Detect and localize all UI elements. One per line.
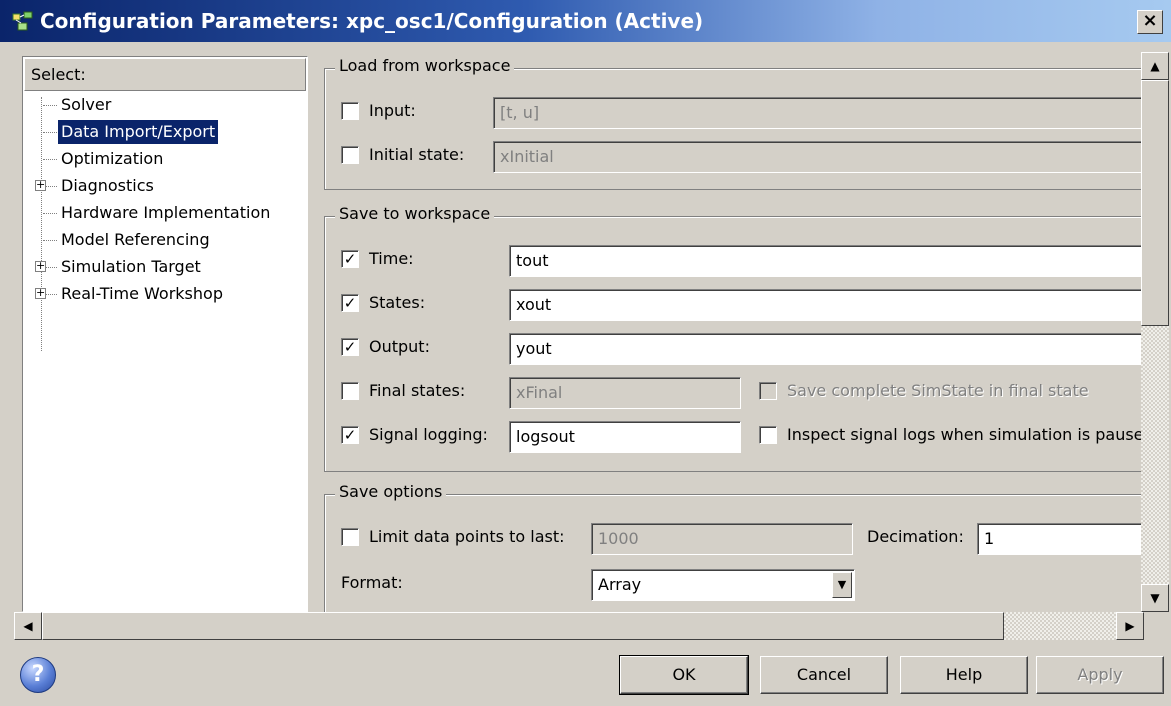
signal-logging-row: ✓ Signal logging: logsout Inspect signal… bbox=[341, 421, 1143, 453]
tree-header-label: Select: bbox=[31, 65, 86, 84]
time-row: ✓ Time: tout bbox=[341, 245, 1143, 277]
tree-connector bbox=[43, 132, 57, 133]
apply-button[interactable]: Apply bbox=[1036, 656, 1164, 694]
expand-icon[interactable]: + bbox=[35, 260, 46, 272]
states-field[interactable]: xout bbox=[509, 289, 1143, 321]
input-checkbox[interactable] bbox=[341, 102, 359, 120]
tree-item-label: Real-Time Workshop bbox=[61, 284, 223, 303]
final-states-label: Final states: bbox=[369, 381, 466, 400]
inspect-logs-checkbox[interactable] bbox=[759, 426, 777, 444]
scroll-up-icon[interactable]: ▲ bbox=[1141, 52, 1169, 80]
output-field[interactable]: yout bbox=[509, 333, 1143, 365]
inspect-logs-label: Inspect signal logs when simulation is p… bbox=[787, 425, 1143, 444]
simulink-app-icon bbox=[12, 11, 33, 31]
time-checkbox[interactable]: ✓ bbox=[341, 250, 359, 268]
final-states-row: Final states: xFinal Save complete SimSt… bbox=[341, 377, 1143, 409]
tree-item-label: Simulation Target bbox=[61, 257, 201, 276]
scroll-left-icon[interactable]: ◀ bbox=[14, 612, 42, 640]
chevron-down-icon[interactable]: ▼ bbox=[832, 572, 852, 598]
load-from-workspace-group: Load from workspace Input: [t, u] Initia… bbox=[324, 56, 1143, 190]
format-row: Format: Array ▼ bbox=[341, 569, 1143, 601]
limit-field[interactable]: 1000 bbox=[591, 523, 853, 555]
save-options-group: Save options Limit data points to last: … bbox=[324, 482, 1143, 612]
limit-row: Limit data points to last: 1000 Decimati… bbox=[341, 523, 1143, 555]
states-label: States: bbox=[369, 293, 426, 312]
save-options-title: Save options bbox=[335, 482, 447, 501]
tree-item-label: Model Referencing bbox=[61, 230, 210, 249]
decimation-label: Decimation: bbox=[867, 527, 964, 546]
initial-state-label: Initial state: bbox=[369, 145, 465, 164]
tree-connector-line bbox=[41, 97, 42, 351]
signal-logging-label: Signal logging: bbox=[369, 425, 488, 444]
expand-icon[interactable]: + bbox=[35, 179, 46, 191]
limit-checkbox[interactable] bbox=[341, 528, 359, 546]
limit-label: Limit data points to last: bbox=[369, 527, 565, 546]
initial-state-row: Initial state: xInitial bbox=[341, 141, 1143, 173]
save-simstate-label: Save complete SimState in final state bbox=[787, 381, 1089, 400]
input-row: Input: [t, u] bbox=[341, 97, 1143, 129]
signal-logging-checkbox[interactable]: ✓ bbox=[341, 426, 359, 444]
save-simstate-checkbox[interactable] bbox=[759, 382, 777, 400]
save-to-workspace-group: Save to workspace ✓ Time: tout ✓ States:… bbox=[324, 204, 1143, 472]
tree-item-label: Solver bbox=[61, 95, 112, 114]
tree-item-label: Diagnostics bbox=[61, 176, 154, 195]
input-label: Input: bbox=[369, 101, 416, 120]
horizontal-scroll-thumb[interactable] bbox=[42, 612, 1004, 640]
load-group-title: Load from workspace bbox=[335, 56, 515, 75]
help-icon[interactable]: ? bbox=[20, 657, 56, 693]
output-label: Output: bbox=[369, 337, 430, 356]
initial-state-checkbox[interactable] bbox=[341, 146, 359, 164]
scroll-right-icon[interactable]: ▶ bbox=[1116, 612, 1144, 640]
horizontal-scrollbar[interactable]: ◀ ▶ bbox=[14, 612, 1144, 640]
initial-state-field[interactable]: xInitial bbox=[493, 141, 1143, 173]
close-button[interactable]: × bbox=[1137, 10, 1163, 34]
save-group-title: Save to workspace bbox=[335, 204, 495, 223]
tree-connector bbox=[43, 105, 57, 106]
window-title: Configuration Parameters: xpc_osc1/Confi… bbox=[40, 9, 704, 33]
time-label: Time: bbox=[369, 249, 414, 268]
signal-logging-field[interactable]: logsout bbox=[509, 421, 741, 453]
vertical-scrollbar[interactable]: ▲ ▼ bbox=[1141, 52, 1169, 612]
output-row: ✓ Output: yout bbox=[341, 333, 1143, 365]
states-row: ✓ States: xout bbox=[341, 289, 1143, 321]
decimation-field[interactable]: 1 bbox=[977, 523, 1143, 555]
expand-icon[interactable]: + bbox=[35, 287, 46, 299]
final-states-field[interactable]: xFinal bbox=[509, 377, 741, 409]
tree-item-label: Optimization bbox=[61, 149, 164, 168]
format-value: Array bbox=[598, 575, 642, 594]
format-dropdown[interactable]: Array ▼ bbox=[591, 569, 855, 601]
category-tree: Select: Solver Data Import/Export Optimi… bbox=[22, 56, 308, 612]
output-checkbox[interactable]: ✓ bbox=[341, 338, 359, 356]
tree-connector bbox=[43, 213, 57, 214]
tree-item-label: Hardware Implementation bbox=[61, 203, 271, 222]
cancel-button[interactable]: Cancel bbox=[760, 656, 888, 694]
states-checkbox[interactable]: ✓ bbox=[341, 294, 359, 312]
input-field[interactable]: [t, u] bbox=[493, 97, 1143, 129]
vertical-scroll-thumb[interactable] bbox=[1141, 80, 1169, 326]
tree-item-label: Data Import/Export bbox=[58, 120, 219, 144]
ok-button[interactable]: OK bbox=[619, 655, 749, 695]
tree-header: Select: bbox=[24, 58, 306, 91]
tree-connector bbox=[43, 159, 57, 160]
tree-connector bbox=[43, 240, 57, 241]
format-label: Format: bbox=[341, 573, 403, 592]
help-button[interactable]: Help bbox=[900, 656, 1028, 694]
time-field[interactable]: tout bbox=[509, 245, 1143, 277]
final-states-checkbox[interactable] bbox=[341, 382, 359, 400]
scroll-down-icon[interactable]: ▼ bbox=[1141, 584, 1169, 612]
title-bar: Configuration Parameters: xpc_osc1/Confi… bbox=[0, 0, 1171, 42]
settings-pane: Load from workspace Input: [t, u] Initia… bbox=[318, 56, 1143, 612]
